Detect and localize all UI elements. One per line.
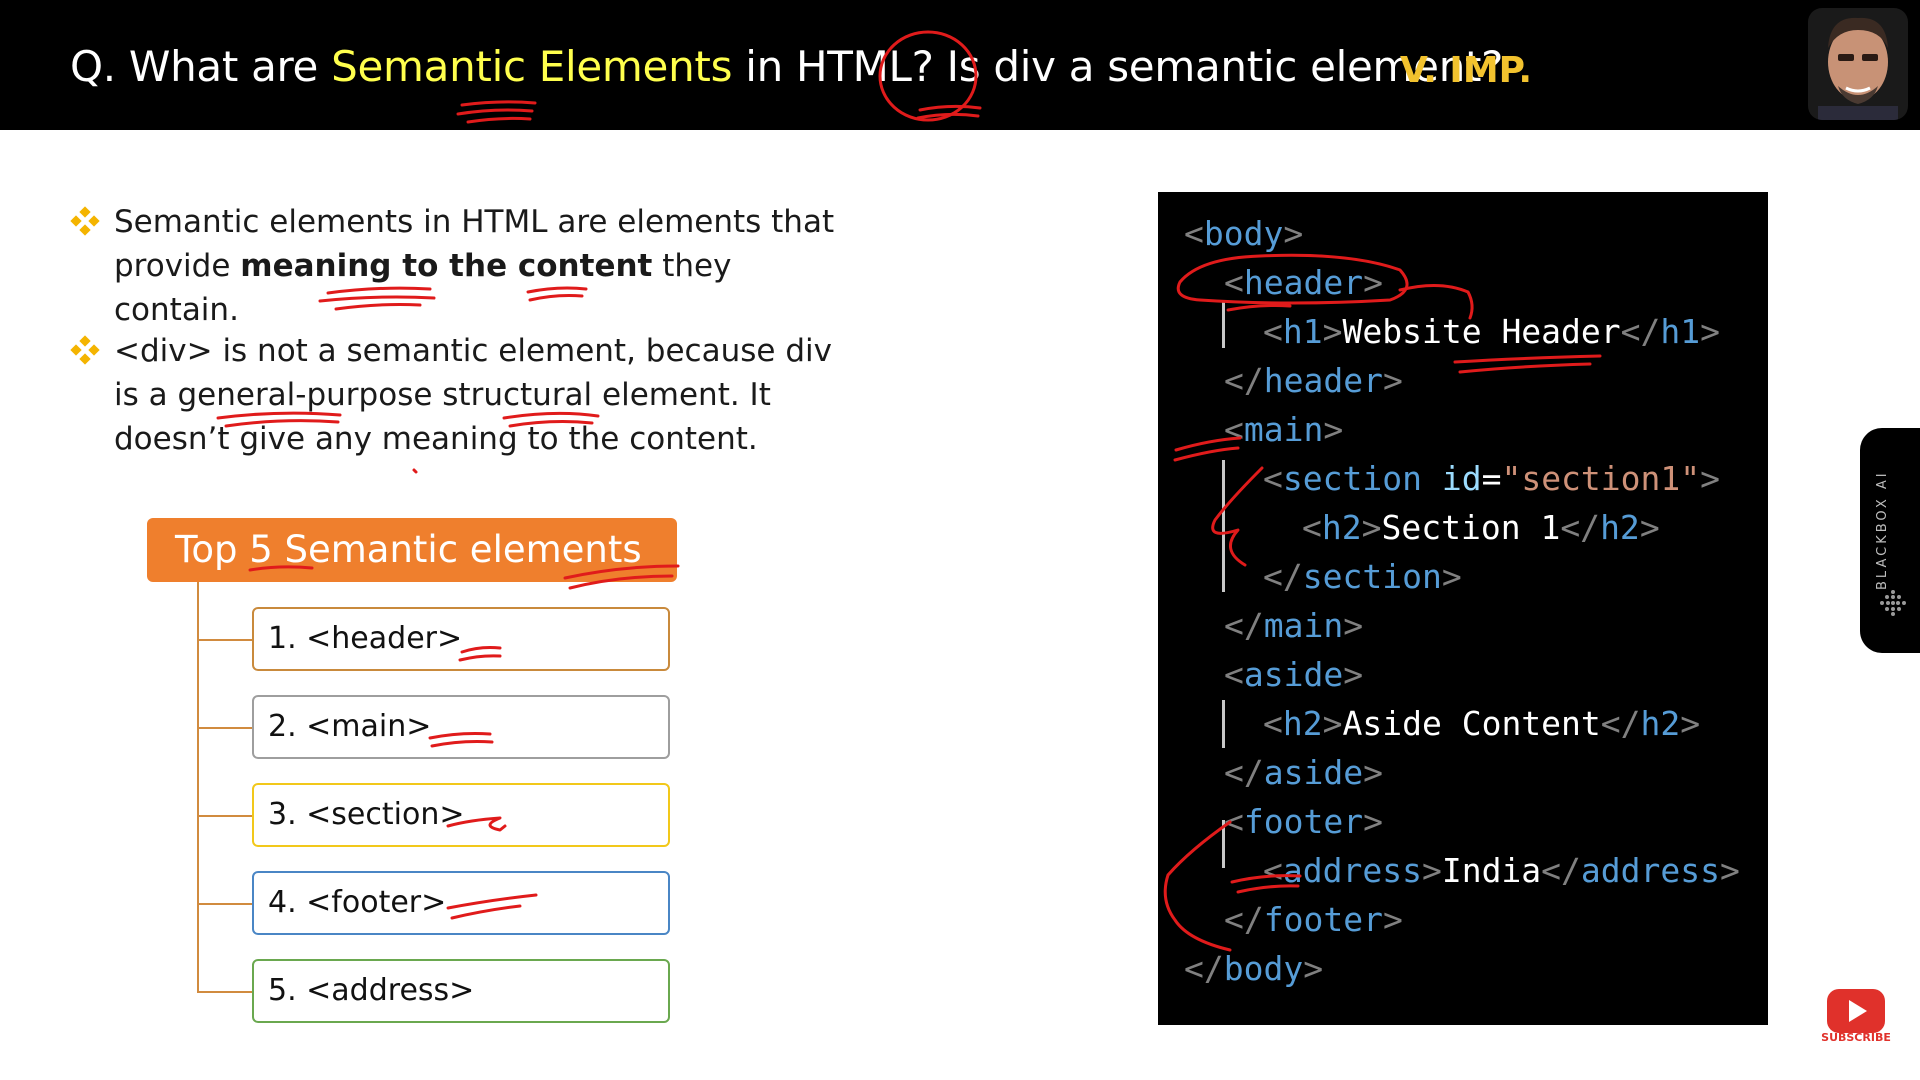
code-tag: main bbox=[1243, 410, 1324, 449]
code-line-header-open: <header> bbox=[1224, 263, 1383, 302]
tree-branch bbox=[197, 903, 253, 905]
question-highlight: Semantic Elements bbox=[331, 42, 733, 91]
list-item-section: 3. <section> bbox=[252, 783, 670, 847]
code-line-body-open: <body> bbox=[1184, 214, 1304, 253]
code-tag: h2 bbox=[1321, 508, 1362, 547]
code-line-h2: <h2>Section 1</h2> bbox=[1302, 508, 1660, 547]
diamond-bullet-icon bbox=[70, 206, 100, 236]
code-tag: header bbox=[1263, 361, 1383, 400]
code-tag: body bbox=[1203, 214, 1284, 253]
question-suffix: in HTML? Is div a semantic element? bbox=[732, 42, 1504, 91]
code-line-body-close: </body> bbox=[1184, 949, 1324, 988]
code-tag: section bbox=[1302, 557, 1442, 596]
question-title: Q. What are Semantic Elements in HTML? I… bbox=[70, 42, 1503, 91]
code-attr: id bbox=[1441, 459, 1482, 498]
code-line-aside-h2: <h2>Aside Content</h2> bbox=[1263, 704, 1701, 743]
code-text: Aside Content bbox=[1342, 704, 1601, 743]
list-item-header: 1. <header> bbox=[252, 607, 670, 671]
code-tag: section bbox=[1282, 459, 1422, 498]
presenter-avatar bbox=[1808, 8, 1908, 120]
bullet-text: <div> is not a semantic element, because… bbox=[114, 333, 832, 457]
code-text: Website Header bbox=[1342, 312, 1621, 351]
code-tag: h2 bbox=[1640, 704, 1681, 743]
code-tag: address bbox=[1282, 851, 1422, 890]
code-tag: h1 bbox=[1282, 312, 1323, 351]
code-line-footer-close: </footer> bbox=[1224, 900, 1403, 939]
title-bar: Q. What are Semantic Elements in HTML? I… bbox=[0, 0, 1920, 130]
code-tag: h1 bbox=[1660, 312, 1701, 351]
blackbox-logo-icon bbox=[1880, 590, 1906, 616]
code-line-address: <address>India</address> bbox=[1263, 851, 1740, 890]
bullet-text: Semantic elements in HTML are elements t… bbox=[114, 200, 854, 332]
list-item-footer: 4. <footer> bbox=[252, 871, 670, 935]
tree-branch bbox=[197, 815, 253, 817]
code-line-header-close: </header> bbox=[1224, 361, 1403, 400]
bullet-text-bold: meaning to the content bbox=[240, 248, 653, 284]
subscribe-label[interactable]: SUBSCRIBE bbox=[1815, 1031, 1897, 1044]
code-line-section-open: <section id="section1"> bbox=[1263, 459, 1721, 498]
code-tag: address bbox=[1580, 851, 1720, 890]
code-tag: aside bbox=[1243, 655, 1344, 694]
code-tag: aside bbox=[1263, 753, 1364, 792]
indent-guide bbox=[1222, 700, 1225, 748]
code-tag: h2 bbox=[1600, 508, 1640, 547]
bullet-semantic-definition: Semantic elements in HTML are elements t… bbox=[70, 200, 834, 328]
tree-branch bbox=[197, 639, 253, 641]
code-tag: body bbox=[1223, 949, 1304, 988]
code-panel: <body> <header> <h1>Website Header</h1> … bbox=[1158, 192, 1768, 1025]
code-tag: header bbox=[1243, 263, 1364, 302]
code-tag: main bbox=[1263, 606, 1344, 645]
blackbox-ai-label: BLACKBOX AI bbox=[1875, 470, 1890, 590]
code-tag: footer bbox=[1263, 900, 1383, 939]
code-text: Section 1 bbox=[1381, 508, 1561, 547]
diamond-bullet-icon bbox=[70, 335, 100, 365]
question-prefix: Q. What are bbox=[70, 42, 332, 91]
top5-heading: Top 5 Semantic elements bbox=[147, 518, 677, 582]
code-line-aside-close: </aside> bbox=[1224, 753, 1383, 792]
code-tag: h2 bbox=[1282, 704, 1323, 743]
importance-badge: V. IMP. bbox=[1400, 50, 1533, 91]
tree-connector bbox=[197, 582, 199, 992]
code-line-aside-open: <aside> bbox=[1224, 655, 1364, 694]
code-tag: footer bbox=[1243, 802, 1364, 841]
list-item-main: 2. <main> bbox=[252, 695, 670, 759]
code-string: "section1" bbox=[1501, 459, 1701, 498]
code-line-h1: <h1>Website Header</h1> bbox=[1263, 312, 1721, 351]
bullet-div-explanation: <div> is not a semantic element, because… bbox=[70, 329, 832, 464]
code-line-section-close: </section> bbox=[1263, 557, 1462, 596]
tree-branch bbox=[197, 727, 253, 729]
code-line-main-open: <main> bbox=[1224, 410, 1344, 449]
indent-guide bbox=[1222, 460, 1225, 592]
indent-guide bbox=[1222, 300, 1225, 348]
code-text: India bbox=[1441, 851, 1542, 890]
list-item-address: 5. <address> bbox=[252, 959, 670, 1023]
code-line-footer-open: <footer> bbox=[1224, 802, 1383, 841]
code-line-main-close: </main> bbox=[1224, 606, 1364, 645]
tree-branch bbox=[197, 991, 253, 993]
